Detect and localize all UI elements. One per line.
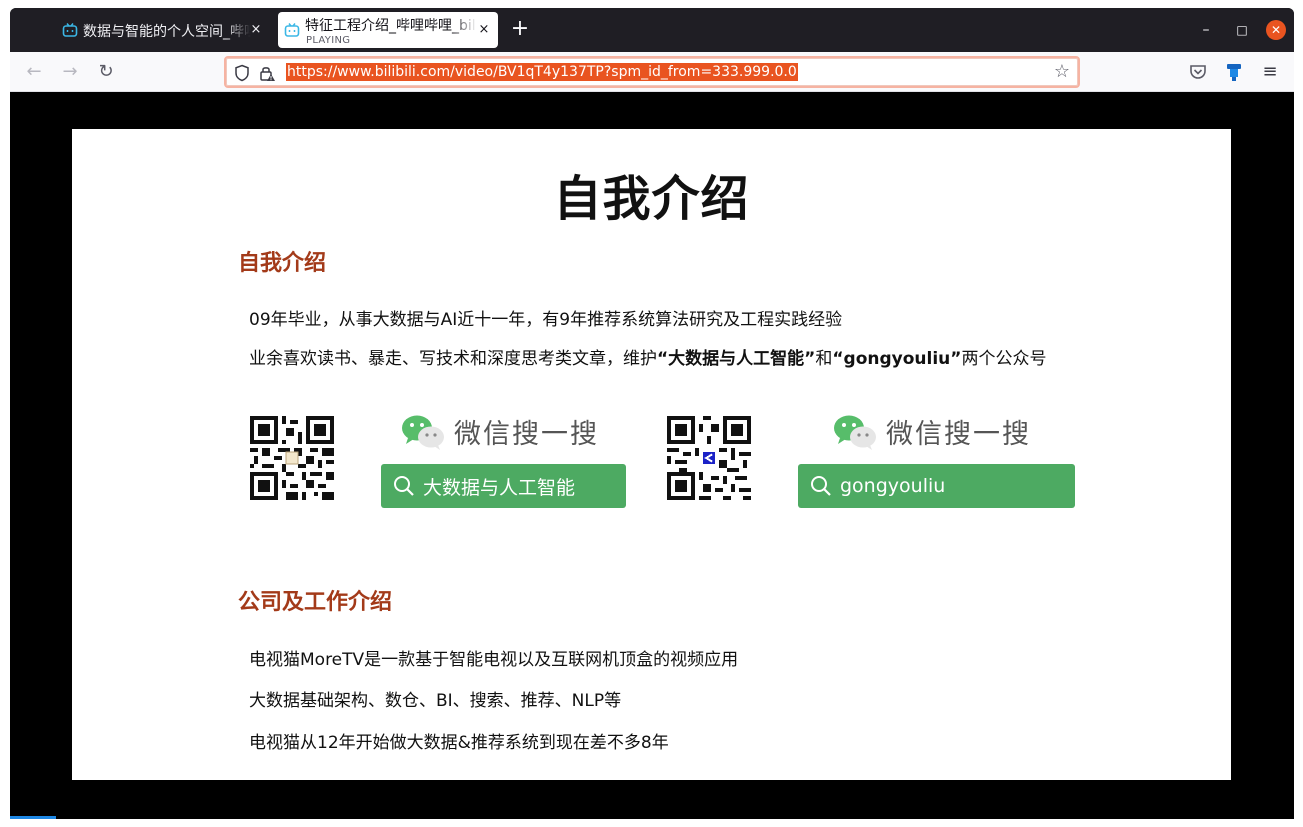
slide: 自我介绍 自我介绍 09年毕业，从事大数据与AI近十一年，有9年推荐系统算法研究…: [72, 129, 1231, 780]
company-line-3: 电视猫从12年开始做大数据&推荐系统到现在差不多8年: [249, 733, 669, 753]
tab-title: 特征工程介绍_哔哩哔哩_bilibili: [305, 18, 477, 34]
hamburger-menu-icon[interactable]: ≡: [1258, 60, 1282, 84]
wechat-search-box-1: 大数据与人工智能: [381, 464, 626, 508]
maximize-button[interactable]: □: [1232, 20, 1252, 40]
wechat-search-row-1: 微信搜一搜: [400, 412, 599, 451]
url-bar[interactable]: https://www.bilibili.com/video/BV1qT4y13…: [224, 56, 1080, 88]
intro-line-2-pre: 业余喜欢读书、暴走、写技术和深度思考类文章，维护: [249, 349, 657, 369]
intro-line-2: 业余喜欢读书、暴走、写技术和深度思考类文章，维护“大数据与人工智能”和“gong…: [249, 344, 1046, 369]
tab-video[interactable]: 特征工程介绍_哔哩哔哩_bilibili PLAYING ×: [278, 12, 498, 48]
slide-title: 自我介绍: [553, 171, 750, 227]
tab-close-button[interactable]: ×: [476, 22, 492, 38]
back-button[interactable]: ←: [22, 60, 46, 84]
wechat-search-label: 微信搜一搜: [886, 419, 1031, 450]
wechat-search-box-2: gongyouliu: [798, 464, 1075, 508]
bilibili-tv-icon: [62, 23, 78, 37]
intro-line-2-account-2: “gongyouliu”: [832, 349, 962, 369]
extension-icon[interactable]: [1222, 60, 1246, 84]
new-tab-button[interactable]: +: [508, 18, 532, 42]
forward-button[interactable]: →: [58, 60, 82, 84]
minimize-button[interactable]: –: [1196, 20, 1216, 40]
wechat-search-label: 微信搜一搜: [454, 419, 599, 450]
pocket-icon[interactable]: [1186, 60, 1210, 84]
navigation-bar: ← → ↻ https://www.bilibili.com/video/BV1…: [10, 52, 1294, 92]
url-text[interactable]: https://www.bilibili.com/video/BV1qT4y13…: [286, 63, 798, 81]
intro-line-2-mid: 和: [815, 349, 833, 369]
search-icon: [811, 476, 831, 496]
video-progress-bar[interactable]: [10, 816, 56, 819]
wechat-search-term: 大数据与人工智能: [423, 476, 576, 499]
browser-window: 数据与智能的个人空间_哔哩哔哩_bilibili × 特征工程介绍_哔哩哔哩_b…: [10, 8, 1294, 819]
qr-code-image: [667, 416, 751, 500]
intro-line-1: 09年毕业，从事大数据与AI近十一年，有9年推荐系统算法研究及工程实践经验: [249, 310, 843, 330]
wechat-search-term: gongyouliu: [840, 475, 946, 497]
company-line-2: 大数据基础架构、数仓、BI、搜索、推荐、NLP等: [249, 691, 622, 711]
shield-icon[interactable]: [234, 64, 250, 82]
video-player[interactable]: 自我介绍 自我介绍 09年毕业，从事大数据与AI近十一年，有9年推荐系统算法研究…: [10, 92, 1294, 819]
wechat-search-row-2: 微信搜一搜: [832, 412, 1031, 451]
wechat-icon: [402, 415, 444, 450]
reload-button[interactable]: ↻: [94, 60, 118, 84]
wechat-icon: [834, 415, 876, 450]
intro-line-2-account-1: “大数据与人工智能”: [657, 349, 816, 369]
lock-icon[interactable]: [258, 64, 276, 82]
bilibili-tv-icon: [284, 23, 300, 37]
tab-title: 数据与智能的个人空间_哔哩哔哩_bilibili: [83, 24, 251, 40]
tab-close-button[interactable]: ×: [248, 22, 264, 38]
company-line-1: 电视猫MoreTV是一款基于智能电视以及互联网机顶盒的视频应用: [249, 650, 739, 670]
section-heading-company: 公司及工作介绍: [238, 590, 393, 615]
search-icon: [394, 476, 414, 496]
tab-playing-label: PLAYING: [306, 35, 351, 46]
section-heading-intro: 自我介绍: [238, 251, 327, 276]
star-icon[interactable]: ☆: [1052, 62, 1072, 82]
qr-code-image: [250, 416, 334, 500]
tab-space[interactable]: 数据与智能的个人空间_哔哩哔哩_bilibili ×: [56, 12, 270, 48]
window-close-button[interactable]: ✕: [1266, 20, 1286, 40]
tab-bar: 数据与智能的个人空间_哔哩哔哩_bilibili × 特征工程介绍_哔哩哔哩_b…: [10, 8, 1294, 52]
intro-line-2-post: 两个公众号: [961, 349, 1047, 369]
